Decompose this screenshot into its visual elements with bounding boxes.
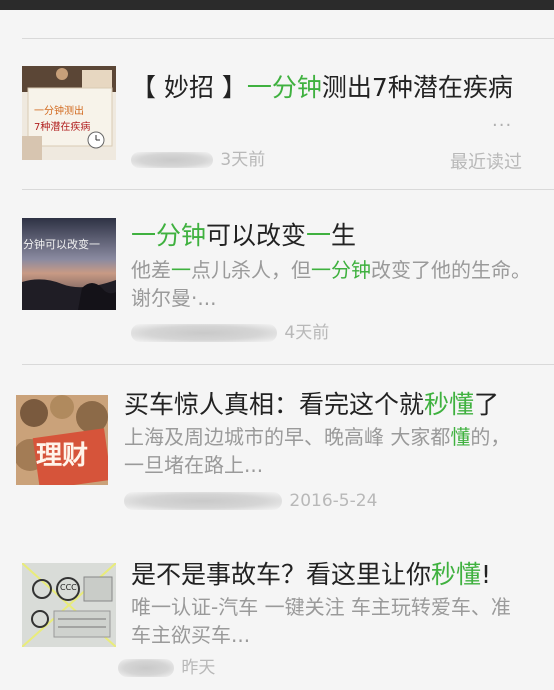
list-item-article-2[interactable]: 分钟可以改变一 一分钟可以改变一生 他差一点儿杀人，但一分钟改变了他的生命。谢尔… xyxy=(0,200,554,360)
summary-ellipsis: ... xyxy=(492,110,513,131)
title-text: 【 妙招 】 xyxy=(131,73,247,102)
thumbnail-image-icon xyxy=(22,218,116,310)
title-highlight: 一 xyxy=(306,221,332,250)
thumbnail-caption: 理财 xyxy=(36,441,89,471)
article-title[interactable]: 一分钟可以改变一生 xyxy=(131,220,356,252)
list-item-article-3[interactable]: 理财 买车惊人真相：看完这个就秒懂了 上海及周边城市的早、晚高峰 大家都懂的，一… xyxy=(0,375,554,545)
title-text: ! xyxy=(481,560,492,589)
title-highlight: 一分钟 xyxy=(131,221,207,250)
title-text: 生 xyxy=(331,221,357,250)
blurred-source xyxy=(118,659,174,677)
title-text: 可以改变 xyxy=(206,221,307,250)
read-status: 最近读过 xyxy=(450,152,522,173)
article-summary: 唯一认证-汽车 一键关注 车主玩转爱车、准车主欲买车... xyxy=(131,595,511,647)
list-item-article-1[interactable]: 一分钟测出 7种潜在疾病 【 妙招 】一分钟测出7种潜在疾病 ... 3天前 最… xyxy=(0,50,554,190)
summary-text: 他差 xyxy=(131,258,171,282)
article-title[interactable]: 是不是事故车？看这里让你秒懂! xyxy=(131,559,491,591)
article-thumbnail: CCC xyxy=(22,563,116,647)
title-highlight: 一分钟 xyxy=(246,73,322,102)
article-thumbnail: 理财 xyxy=(16,395,108,485)
summary-text: 上海及周边城市的早、晚高峰 大家都 xyxy=(124,425,451,449)
divider xyxy=(22,364,554,365)
title-highlight: 秒懂 xyxy=(431,560,482,589)
list-item-article-4[interactable]: CCC 是不是事故车？看这里让你秒懂! 唯一认证-汽车 一键关注 车主玩转爱车、… xyxy=(0,545,554,690)
certificate-label-icon xyxy=(22,563,116,647)
article-meta: 3天前 xyxy=(131,149,265,171)
title-text: 了 xyxy=(474,390,500,419)
article-thumbnail: 分钟可以改变一 xyxy=(22,218,116,310)
summary-highlight: 懂 xyxy=(450,425,471,449)
title-highlight: 秒懂 xyxy=(424,390,475,419)
article-meta: 4天前 xyxy=(131,322,329,344)
blurred-source xyxy=(131,324,277,342)
summary-highlight: 一 xyxy=(171,258,191,282)
article-time: 3天前 xyxy=(220,150,266,170)
summary-highlight: 一分钟 xyxy=(311,258,371,282)
thumbnail-caption: 分钟可以改变一 xyxy=(23,238,100,251)
blurred-source xyxy=(131,152,213,168)
article-thumbnail: 一分钟测出 7种潜在疾病 xyxy=(22,66,116,160)
article-meta: 昨天 xyxy=(118,657,215,679)
article-summary: 他差一点儿杀人，但一分钟改变了他的生命。谢尔曼·... xyxy=(131,256,531,312)
article-feed: 一分钟测出 7种潜在疾病 【 妙招 】一分钟测出7种潜在疾病 ... 3天前 最… xyxy=(0,10,554,690)
article-summary: 上海及周边城市的早、晚高峰 大家都懂的，一旦堵在路上... xyxy=(124,423,514,479)
divider xyxy=(22,38,554,39)
status-bar xyxy=(0,0,554,10)
title-text: 买车惊人真相：看完这个就 xyxy=(124,390,425,419)
article-title[interactable]: 买车惊人真相：看完这个就秒懂了 xyxy=(124,389,499,421)
article-time: 昨天 xyxy=(181,658,216,678)
thumbnail-caption: 一分钟测出 xyxy=(34,106,84,117)
title-text: 测出7种潜在疾病 xyxy=(321,73,513,102)
thumbnail-caption: 7种潜在疾病 xyxy=(34,122,91,133)
divider xyxy=(22,189,554,190)
article-time: 4天前 xyxy=(284,323,330,343)
thumbnail-caption: CCC xyxy=(60,583,77,592)
article-meta: 2016-5-24 xyxy=(124,490,377,512)
summary-text: 点儿杀人，但 xyxy=(191,258,311,282)
title-text: 是不是事故车？看这里让你 xyxy=(131,560,432,589)
blurred-source xyxy=(124,492,282,510)
article-title[interactable]: 【 妙招 】一分钟测出7种潜在疾病 xyxy=(131,72,513,104)
article-time: 2016-5-24 xyxy=(289,491,378,511)
